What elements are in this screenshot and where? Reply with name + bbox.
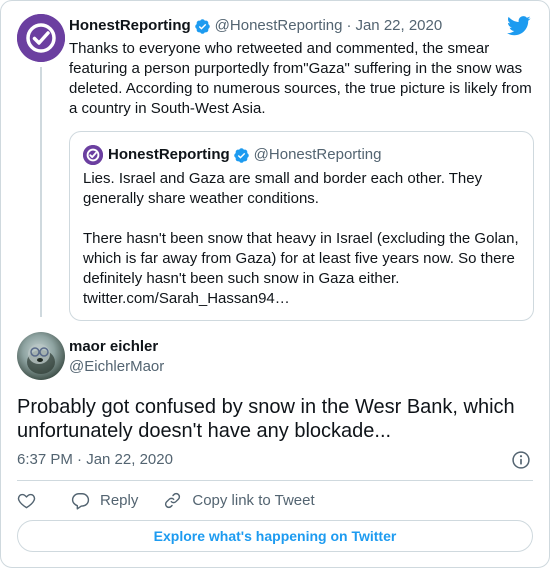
parent-tweet-header: HonestReporting @HonestReporting · Jan 2… [69,16,442,36]
main-tweet-text: Probably got confused by snow in the Wes… [17,396,515,442]
copy-link-button[interactable]: Copy link to Tweet [163,491,315,510]
verified-badge-icon [194,18,210,34]
main-author-name[interactable]: maor eichler [69,337,158,357]
tweet-actions: Reply Copy link to Tweet [17,489,340,511]
link-icon [165,492,181,508]
info-icon[interactable] [511,450,531,470]
quoted-author-handle: @HonestReporting [253,146,382,163]
maor-eichler-avatar[interactable] [17,332,65,380]
honestreporting-logo-icon [17,14,65,62]
heart-icon [17,493,36,508]
separator-dot: · [346,17,352,34]
quoted-tweet[interactable]: HonestReporting @HonestReporting Lies. I… [69,131,534,321]
quoted-paragraph-1: Lies. Israel and Gaza are small and bord… [83,170,483,207]
parent-author-handle[interactable]: @HonestReporting [215,16,343,36]
parent-author-name[interactable]: HonestReporting [69,16,191,36]
honestreporting-logo-icon [83,145,103,165]
main-author-handle[interactable]: @EichlerMaor [69,357,164,377]
explore-twitter-button[interactable]: Explore what's happening on Twitter [17,520,533,552]
quoted-author-avatar [83,145,103,165]
reply-icon [71,492,90,510]
dog-photo-icon [27,344,55,374]
quoted-author-name: HonestReporting [108,146,230,163]
honestreporting-avatar[interactable] [17,14,65,62]
parent-tweet-date[interactable]: Jan 22, 2020 [355,16,442,36]
embedded-tweet-card: HonestReporting @HonestReporting · Jan 2… [0,0,550,568]
reply-label: Reply [100,491,139,509]
quoted-paragraph-2: There hasn't been snow that heavy in Isr… [83,230,519,307]
like-button[interactable] [17,491,46,510]
thread-line [40,67,42,317]
actions-divider [17,480,533,481]
parent-tweet-text: Thanks to everyone who retweeted and com… [69,40,532,117]
main-tweet-timestamp[interactable]: 6:37 PM · Jan 22, 2020 [17,450,173,470]
quoted-tweet-text: Lies. Israel and Gaza are small and bord… [83,169,523,309]
reply-button[interactable]: Reply [71,491,138,510]
verified-badge-icon [233,147,249,163]
twitter-bird-icon[interactable] [507,16,531,36]
quoted-tweet-header: HonestReporting @HonestReporting [83,145,381,165]
copy-link-label: Copy link to Tweet [192,491,315,509]
